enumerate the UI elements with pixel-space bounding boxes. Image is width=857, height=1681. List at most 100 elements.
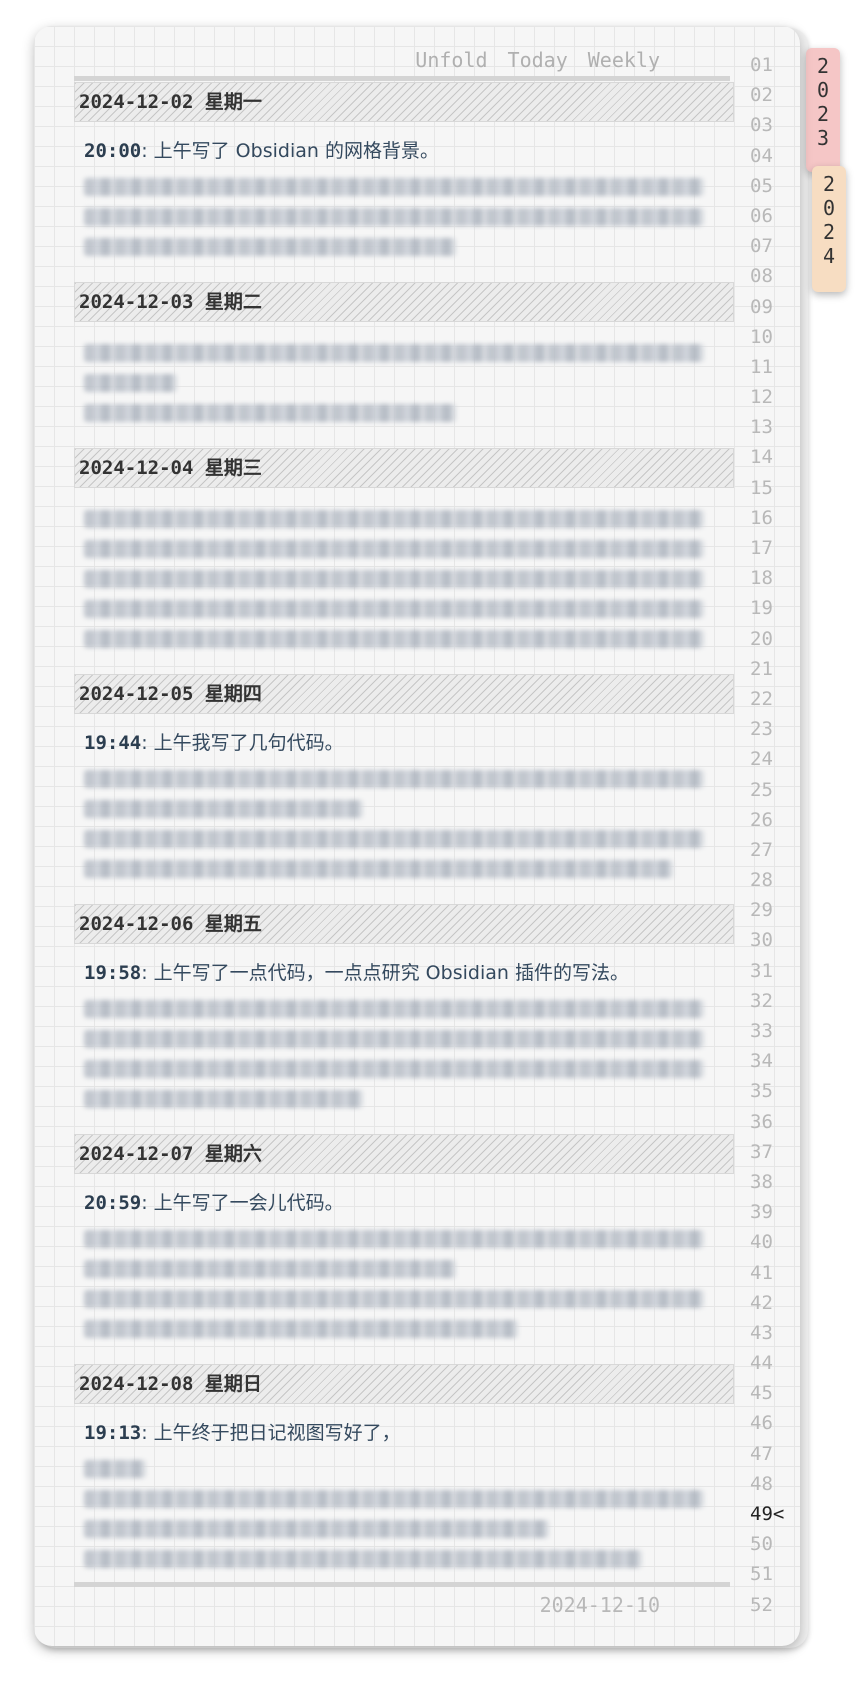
week-number[interactable]: 03: [744, 110, 794, 140]
week-number-label: 39: [750, 1201, 773, 1224]
week-number[interactable]: 38: [744, 1167, 794, 1197]
week-number[interactable]: 19: [744, 593, 794, 623]
week-number[interactable]: 31: [744, 956, 794, 986]
weekly-button[interactable]: Weekly: [588, 48, 660, 72]
week-number[interactable]: 09: [744, 292, 794, 322]
entry-body: 20:00: 上午写了 Obsidian 的网格背景。: [74, 122, 734, 282]
week-number-label: 51: [750, 1563, 773, 1586]
week-number[interactable]: 25: [744, 775, 794, 805]
week-number[interactable]: 21: [744, 654, 794, 684]
week-number-label: 04: [750, 144, 773, 167]
week-number[interactable]: 36: [744, 1107, 794, 1137]
week-number[interactable]: 46: [744, 1408, 794, 1438]
entry-time: 19:58: [84, 962, 142, 984]
blurred-text-line: [84, 600, 704, 618]
week-number[interactable]: 20: [744, 624, 794, 654]
today-button[interactable]: Today: [508, 48, 568, 72]
week-number[interactable]: 07: [744, 231, 794, 261]
entry-text: : 上午我写了几句代码。: [141, 732, 344, 754]
entry-first-line: 19:58: 上午写了一点代码，一点点研究 Obsidian 插件的写法。: [84, 958, 724, 988]
week-number[interactable]: 33: [744, 1016, 794, 1046]
week-number-label: 34: [750, 1050, 773, 1073]
week-number[interactable]: 43: [744, 1318, 794, 1348]
week-number[interactable]: 37: [744, 1137, 794, 1167]
week-number[interactable]: 23: [744, 714, 794, 744]
week-number[interactable]: 08: [744, 261, 794, 291]
week-number[interactable]: 13: [744, 412, 794, 442]
entry-body: [74, 488, 734, 674]
week-number-label: 42: [750, 1291, 773, 1314]
week-number[interactable]: 27: [744, 835, 794, 865]
week-number[interactable]: 17: [744, 533, 794, 563]
week-number[interactable]: 24: [744, 744, 794, 774]
week-number[interactable]: 42: [744, 1288, 794, 1318]
week-number[interactable]: 45: [744, 1378, 794, 1408]
week-number-label: 20: [750, 627, 773, 650]
week-number-label: 09: [750, 295, 773, 318]
week-number[interactable]: 52: [744, 1590, 794, 1620]
week-number-label: 32: [750, 989, 773, 1012]
diary-entry: 2024-12-03 星期二: [74, 282, 734, 448]
week-number-label: 46: [750, 1412, 773, 1435]
week-number[interactable]: 51: [744, 1559, 794, 1589]
entry-date-header[interactable]: 2024-12-05 星期四: [74, 674, 734, 714]
week-number[interactable]: 44: [744, 1348, 794, 1378]
week-number[interactable]: 02: [744, 80, 794, 110]
entry-date-header[interactable]: 2024-12-04 星期三: [74, 448, 734, 488]
entry-date-header[interactable]: 2024-12-03 星期二: [74, 282, 734, 322]
week-number[interactable]: 05: [744, 171, 794, 201]
week-number[interactable]: 34: [744, 1046, 794, 1076]
week-number[interactable]: 49<: [744, 1499, 794, 1529]
week-number[interactable]: 35: [744, 1076, 794, 1106]
week-number[interactable]: 41: [744, 1258, 794, 1288]
week-number[interactable]: 32: [744, 986, 794, 1016]
week-number[interactable]: 16: [744, 503, 794, 533]
current-week-marker: <: [772, 1503, 785, 1525]
week-number[interactable]: 29: [744, 895, 794, 925]
blurred-text-line: [84, 510, 704, 528]
unfold-button[interactable]: Unfold: [415, 48, 487, 72]
entry-date-header[interactable]: 2024-12-02 星期一: [74, 82, 734, 122]
diary-entry: 2024-12-02 星期一 20:00: 上午写了 Obsidian 的网格背景…: [74, 82, 734, 282]
entry-time: 20:59: [84, 1192, 142, 1214]
week-number[interactable]: 47: [744, 1439, 794, 1469]
diary-entry: 2024-12-07 星期六 20:59: 上午写了一会儿代码。: [74, 1134, 734, 1364]
week-number[interactable]: 12: [744, 382, 794, 412]
entry-body: 19:58: 上午写了一点代码，一点点研究 Obsidian 插件的写法。: [74, 944, 734, 1134]
year-tab-2023[interactable]: 2 0 2 3: [806, 48, 840, 172]
week-number[interactable]: 50: [744, 1529, 794, 1559]
entry-date-header[interactable]: 2024-12-07 星期六: [74, 1134, 734, 1174]
week-number[interactable]: 26: [744, 805, 794, 835]
week-number[interactable]: 04: [744, 141, 794, 171]
year-tab-2024[interactable]: 2 0 2 4: [812, 166, 846, 292]
week-number-label: 37: [750, 1140, 773, 1163]
entries-list: 2024-12-02 星期一 20:00: 上午写了 Obsidian 的网格背景…: [74, 82, 734, 1594]
week-number[interactable]: 18: [744, 563, 794, 593]
week-number[interactable]: 14: [744, 442, 794, 472]
blurred-text-line: [84, 540, 704, 558]
week-number[interactable]: 40: [744, 1227, 794, 1257]
week-number[interactable]: 15: [744, 473, 794, 503]
blurred-text-line: [84, 1060, 704, 1078]
entry-date-header[interactable]: 2024-12-08 星期日: [74, 1364, 734, 1404]
entry-date-header[interactable]: 2024-12-06 星期五: [74, 904, 734, 944]
blurred-text-line: [84, 1000, 704, 1018]
week-number[interactable]: 28: [744, 865, 794, 895]
blurred-text-line: [84, 830, 704, 848]
week-number[interactable]: 22: [744, 684, 794, 714]
week-number[interactable]: 39: [744, 1197, 794, 1227]
blurred-text-line: [84, 1290, 704, 1308]
entry-body: [74, 322, 734, 448]
week-number[interactable]: 06: [744, 201, 794, 231]
blurred-text-line: [84, 1520, 549, 1538]
week-number[interactable]: 01: [744, 50, 794, 80]
week-number-label: 24: [750, 748, 773, 771]
blurred-text-line: [84, 404, 456, 422]
week-number[interactable]: 48: [744, 1469, 794, 1499]
entry-time: 20:00: [84, 140, 142, 162]
week-number[interactable]: 11: [744, 352, 794, 382]
week-number-label: 43: [750, 1321, 773, 1344]
week-number[interactable]: 30: [744, 925, 794, 955]
entry-first-line: 20:00: 上午写了 Obsidian 的网格背景。: [84, 136, 724, 166]
week-number[interactable]: 10: [744, 322, 794, 352]
